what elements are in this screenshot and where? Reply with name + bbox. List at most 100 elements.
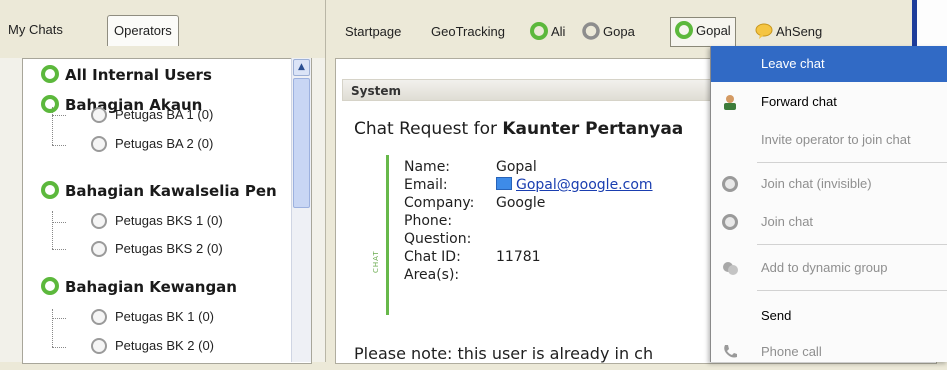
menu-item-join-chat[interactable]: Join chat	[711, 204, 947, 240]
operator-offline-icon	[91, 136, 107, 152]
field-label: Question:	[404, 231, 472, 247]
operators-pane: My Chats Operators All Internal Users Ba…	[0, 0, 326, 364]
menu-item-label: Phone call	[761, 344, 822, 359]
field-value: Gopal	[496, 159, 537, 175]
tab-ali[interactable]: Ali	[530, 19, 565, 45]
field-name: Name: Gopal	[404, 159, 537, 175]
menu-item-forward-chat[interactable]: Forward chat	[711, 84, 947, 120]
menu-item-join-chat-invisible[interactable]: Join chat (invisible)	[711, 166, 947, 202]
tab-geotracking[interactable]: GeoTracking	[431, 19, 505, 45]
online-status-icon	[675, 21, 693, 39]
operator-offline-icon	[91, 107, 107, 123]
group-status-icon	[41, 95, 59, 113]
group-status-icon	[41, 277, 59, 295]
tree-item-label: Petugas BK 2 (0)	[115, 338, 214, 353]
offline-status-icon	[582, 22, 600, 40]
menu-item-label: Forward chat	[761, 94, 837, 109]
tab-startpage[interactable]: Startpage	[345, 19, 401, 45]
visitor-info: CHAT Name: Gopal Email: Gopal@google.com C…	[372, 155, 706, 315]
field-value: Google	[496, 195, 546, 211]
field-label: Email:	[404, 177, 448, 193]
field-company: Company: Google	[404, 195, 545, 211]
phone-icon	[724, 345, 737, 358]
operator-tree: All Internal Users Bahagian Akaun Petuga…	[22, 58, 312, 364]
gray-circle-icon	[722, 214, 738, 230]
window-edge-strip	[917, 0, 947, 46]
tab-label: Ali	[551, 24, 566, 39]
chat-bubble-icon	[755, 23, 773, 39]
field-label: Chat ID:	[404, 249, 461, 265]
request-target: Kaunter Pertanyaa	[502, 119, 684, 139]
menu-separator	[757, 162, 947, 163]
tree-group-label: Bahagian Kewangan	[65, 278, 237, 296]
tab-operators[interactable]: Operators	[107, 15, 179, 46]
left-tab-bar: My Chats Operators	[0, 0, 325, 58]
system-header: System	[342, 79, 722, 101]
gray-circle-icon	[722, 176, 738, 192]
request-prefix: Chat Request for	[354, 119, 497, 139]
tab-label: Gopal	[696, 23, 731, 38]
tree-group-label: All Internal Users	[65, 66, 212, 84]
tab-label: Gopa	[603, 24, 635, 39]
operator-offline-icon	[91, 309, 107, 325]
tree-scrollbar[interactable]: ▲	[291, 58, 311, 362]
online-status-icon	[530, 22, 548, 40]
tree-group-all-internal-users[interactable]: All Internal Users	[41, 65, 212, 84]
tree-item-petugas-bks-1[interactable]: Petugas BKS 1 (0)	[91, 213, 223, 229]
chat-info-bar	[386, 155, 389, 315]
already-in-chat-note: Please note: this user is already in ch	[354, 344, 654, 363]
tree-item-petugas-ba-2[interactable]: Petugas BA 2 (0)	[91, 136, 213, 152]
menu-item-invite-operator[interactable]: Invite operator to join chat	[711, 122, 947, 158]
tab-ahseng[interactable]: AhSeng	[755, 19, 822, 45]
field-phone: Phone:	[404, 213, 452, 229]
tree-group-bahagian-kawalselia[interactable]: Bahagian Kawalselia Pen	[41, 181, 277, 200]
tree-group-label: Bahagian Kawalselia Pen	[65, 182, 277, 200]
menu-item-phone-call[interactable]: Phone call	[711, 334, 947, 370]
tree-item-label: Petugas BKS 1 (0)	[115, 213, 223, 228]
tree-item-label: Petugas BA 2 (0)	[115, 136, 214, 151]
field-label: Company:	[404, 195, 475, 211]
tab-gopa[interactable]: Gopa	[582, 19, 635, 45]
tree-item-petugas-bk-2[interactable]: Petugas BK 2 (0)	[91, 338, 214, 354]
menu-item-label: Send	[761, 308, 792, 323]
tree-item-label: Petugas BA 1 (0)	[115, 107, 214, 122]
group-icon	[723, 262, 738, 275]
menu-item-label: Join chat (invisible)	[761, 176, 872, 191]
tab-label: AhSeng	[776, 24, 823, 39]
menu-item-label: Invite operator to join chat	[761, 132, 911, 147]
scrollbar-thumb[interactable]	[293, 78, 310, 208]
field-label: Name:	[404, 159, 451, 175]
scroll-up-icon[interactable]: ▲	[293, 59, 310, 76]
chat-vertical-label: CHAT	[372, 250, 380, 273]
mail-icon	[496, 177, 512, 190]
tree-group-bahagian-kewangan[interactable]: Bahagian Kewangan	[41, 277, 237, 296]
operator-offline-icon	[91, 241, 107, 257]
field-email: Email: Gopal@google.com	[404, 177, 653, 193]
operator-icon	[724, 95, 736, 110]
menu-item-send[interactable]: Send	[711, 298, 947, 334]
menu-item-add-to-dynamic-group[interactable]: Add to dynamic group	[711, 250, 947, 286]
email-link[interactable]: Gopal@google.com	[516, 177, 653, 193]
tree-item-petugas-ba-1[interactable]: Petugas BA 1 (0)	[91, 107, 213, 123]
field-areas: Area(s):	[404, 267, 459, 283]
tree-item-petugas-bk-1[interactable]: Petugas BK 1 (0)	[91, 309, 214, 325]
chat-request-title: Chat Request for Kaunter Pertanyaa	[354, 119, 683, 139]
tab-gopal[interactable]: Gopal	[670, 17, 736, 47]
tab-my-chats[interactable]: My Chats	[2, 15, 69, 45]
operator-offline-icon	[91, 213, 107, 229]
menu-item-label: Add to dynamic group	[761, 260, 888, 275]
group-status-icon	[41, 181, 59, 199]
field-label: Area(s):	[404, 267, 460, 283]
menu-item-label: Leave chat	[761, 56, 825, 71]
context-menu: Leave chat Forward chat Invite operator …	[710, 46, 947, 362]
field-question: Question:	[404, 231, 471, 247]
menu-item-leave-chat[interactable]: Leave chat	[711, 46, 947, 82]
menu-separator	[757, 290, 947, 291]
field-value: 11781	[496, 249, 541, 265]
tree-item-petugas-bks-2[interactable]: Petugas BKS 2 (0)	[91, 241, 223, 257]
field-chat-id: Chat ID: 11781	[404, 249, 541, 265]
menu-separator	[757, 244, 947, 245]
tree-item-label: Petugas BKS 2 (0)	[115, 241, 223, 256]
operator-offline-icon	[91, 338, 107, 354]
field-label: Phone:	[404, 213, 453, 229]
